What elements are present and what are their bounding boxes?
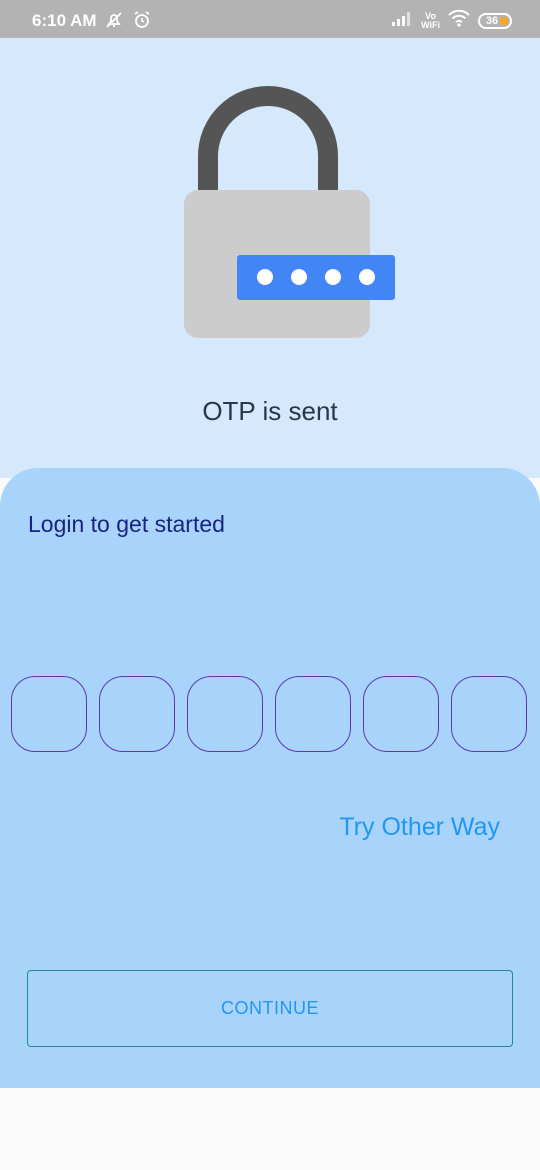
- lock-icon: [180, 66, 400, 351]
- login-title: Login to get started: [28, 511, 225, 537]
- otp-digit-2[interactable]: [99, 676, 175, 752]
- signal-icon: [391, 10, 413, 31]
- otp-digit-1[interactable]: [11, 676, 87, 752]
- status-left-icons: [104, 10, 152, 35]
- status-time: 6:10 AM: [32, 11, 97, 30]
- wifi-icon: [448, 9, 470, 32]
- status-right-icons: Vo WiFi 36: [391, 9, 512, 32]
- vowifi-bottom: WiFi: [421, 19, 440, 30]
- otp-digit-5[interactable]: [363, 676, 439, 752]
- continue-button[interactable]: CONTINUE: [27, 970, 513, 1047]
- status-bar: 6:10 AM Vo WiFi 36: [0, 0, 540, 38]
- battery-percent: 36: [485, 14, 499, 27]
- otp-input-row: [11, 676, 527, 752]
- alarm-clock-icon: [132, 10, 152, 35]
- bottom-area: [0, 1088, 540, 1170]
- otp-digit-3[interactable]: [187, 676, 263, 752]
- alarm-off-icon: [104, 10, 124, 35]
- otp-sent-message: OTP is sent: [202, 396, 338, 426]
- vowifi-icon: Vo WiFi: [421, 11, 440, 30]
- battery-icon: 36: [478, 12, 512, 29]
- header-section: OTP is sent: [0, 38, 540, 478]
- login-card: Login to get started Try Other Way CONTI…: [0, 468, 540, 1088]
- try-other-way-link[interactable]: Try Other Way: [339, 813, 500, 842]
- battery-level: [500, 16, 508, 25]
- otp-digit-6[interactable]: [451, 676, 527, 752]
- otp-digit-4[interactable]: [275, 676, 351, 752]
